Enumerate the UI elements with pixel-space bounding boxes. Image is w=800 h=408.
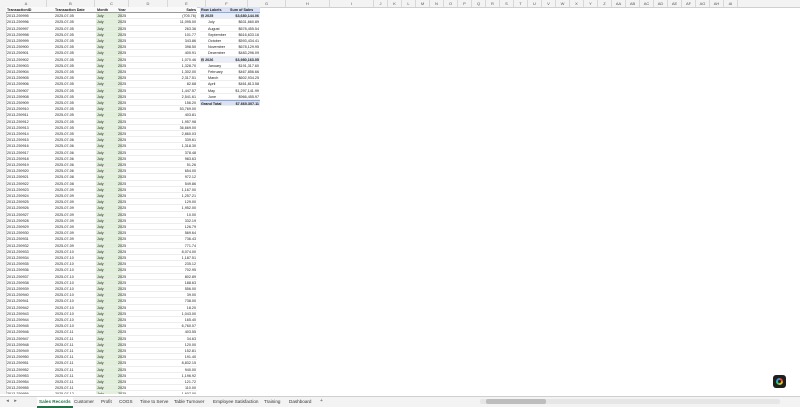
column-header-ae[interactable]: AE [668, 0, 682, 7]
pivot-label-text: May [208, 88, 215, 93]
column-header-c[interactable]: C [95, 0, 129, 7]
collapse-icon[interactable]: ⊟ [201, 58, 204, 62]
column-header-ai[interactable]: AI [724, 0, 738, 7]
column-header-r[interactable]: R [486, 0, 500, 7]
column-header-a[interactable]: A [6, 0, 47, 7]
add-sheet-icon[interactable]: + [318, 398, 325, 405]
pivot-row: Grand Total $7,660,307.11 [200, 100, 260, 107]
table-cell[interactable]: 2025-07-12 [54, 391, 96, 394]
column-header-q[interactable]: Q [472, 0, 486, 7]
column-header-ab[interactable]: AB [626, 0, 640, 7]
table-cell[interactable]: 2013-259956 [6, 391, 54, 394]
pivot-row-label[interactable]: Grand Total [200, 100, 229, 107]
column-header-j[interactable]: J [374, 0, 388, 7]
column-header-y[interactable]: Y [584, 0, 598, 7]
tab-dashboard[interactable]: Dashboard [287, 397, 313, 406]
column-header-af[interactable]: AF [682, 0, 696, 7]
column-header-s[interactable]: S [500, 0, 514, 7]
column-header-t[interactable]: T [514, 0, 528, 7]
pivot-label-text: October [208, 39, 222, 43]
column-header-ac[interactable]: AC [640, 0, 654, 7]
horizontal-scrollbar[interactable] [480, 399, 780, 404]
pivot-label-text: January [208, 63, 222, 68]
tab-employee-satisfaction[interactable]: Employee Satisfaction [211, 397, 260, 406]
tab-scroll-left-icon[interactable]: ◂ [4, 398, 11, 405]
column-header-w[interactable]: W [556, 0, 570, 7]
scrollbar-thumb[interactable] [486, 399, 546, 404]
pivot-label-text: August [208, 26, 220, 31]
column-header-g[interactable]: G [248, 0, 286, 7]
pivot-label-text: February [208, 70, 223, 74]
pivot-label-text: Grand Total [201, 102, 222, 106]
table-row: 2013-2599562025-07-12July20251,607.00 [6, 391, 800, 394]
column-header-x[interactable]: X [570, 0, 584, 7]
sheet-tab-bar: ◂ ▸ Sales Records Customer Profit COGS Time … [0, 396, 800, 408]
column-header-ag[interactable]: AG [696, 0, 710, 7]
column-header-p[interactable]: P [458, 0, 472, 7]
table-cell[interactable]: 1,607.00 [157, 391, 197, 394]
pivot-label-text: March [208, 76, 219, 81]
column-header-f[interactable]: F [206, 0, 248, 7]
pivot-label-text: November [208, 45, 226, 50]
pivot-label-text: April [208, 82, 216, 87]
column-header-i[interactable]: I [330, 0, 374, 7]
table-cell[interactable]: 2025 [117, 391, 157, 394]
column-header-n[interactable]: N [430, 0, 444, 7]
column-header-d[interactable]: D [129, 0, 168, 7]
column-header-ad[interactable]: AD [654, 0, 668, 7]
pivot-value[interactable]: $7,660,307.11 [229, 100, 260, 107]
pivot-label-text: September [208, 32, 227, 37]
tab-training[interactable]: Training [262, 397, 282, 406]
column-header-u[interactable]: U [528, 0, 542, 7]
column-header-e[interactable]: E [168, 0, 206, 7]
column-header-z[interactable]: Z [598, 0, 612, 7]
collapse-icon[interactable]: ⊟ [201, 14, 204, 18]
pivot-label-text: 2026 [205, 57, 214, 62]
column-header-l[interactable]: L [402, 0, 416, 7]
pivot-label-text: December [208, 51, 226, 56]
column-header-k[interactable]: K [388, 0, 402, 7]
pivot-label-text: 2025 [205, 14, 214, 19]
tab-table-turnover[interactable]: Table Turnover [172, 397, 206, 406]
column-header-o[interactable]: O [444, 0, 458, 7]
tab-customer[interactable]: Customer [72, 397, 96, 406]
column-header-h[interactable]: H [286, 0, 330, 7]
column-header-b[interactable]: B [47, 0, 95, 7]
spreadsheet-sheet[interactable]: A B C D E F G H I J K L M N O P Q R S T U V W X Y Z AA AB AC AD AE AF AG… [0, 0, 800, 394]
tab-scroll-right-icon[interactable]: ▸ [12, 398, 19, 405]
pivot-label-text: July [208, 20, 215, 25]
copilot-button[interactable] [773, 375, 786, 388]
column-header-v[interactable]: V [542, 0, 556, 7]
pivot-label-text: June [208, 94, 216, 99]
column-header-ah[interactable]: AH [710, 0, 724, 7]
tab-sales-records[interactable]: Sales Records [37, 397, 73, 408]
column-header-aa[interactable]: AA [612, 0, 626, 7]
tab-time-to-serve[interactable]: Time to Serve [138, 397, 170, 406]
tab-cogs[interactable]: COGS [117, 397, 135, 406]
column-header-m[interactable]: M [416, 0, 430, 7]
tab-profit[interactable]: Profit [99, 397, 114, 406]
